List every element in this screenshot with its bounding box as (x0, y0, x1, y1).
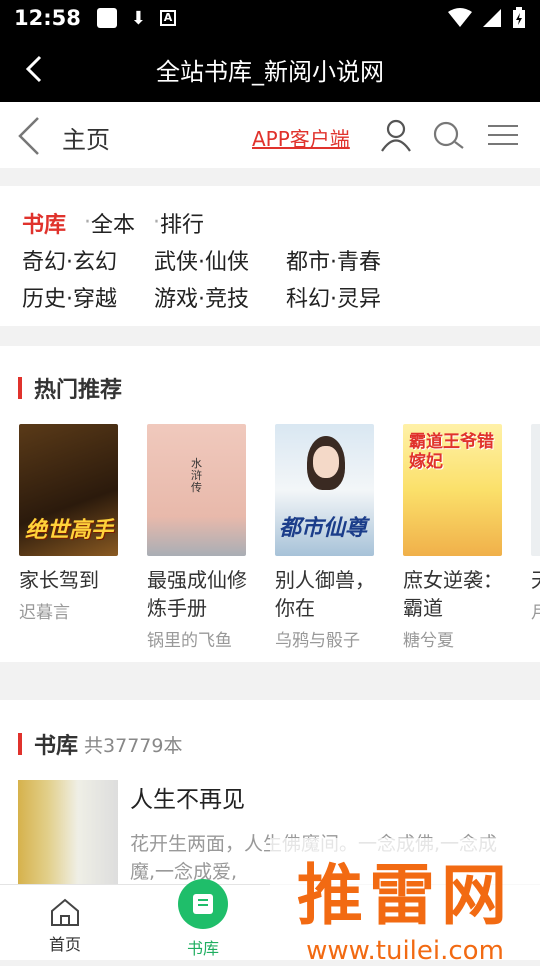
section-accent-bar (18, 733, 22, 755)
separator-dot: · (153, 210, 161, 235)
tab-library[interactable]: 书库 (22, 207, 66, 239)
book-author: 迟暮言 (19, 603, 70, 623)
category-wuxia[interactable]: 武侠·仙侠 (154, 244, 286, 276)
watermark-url: www.tuilei.com (306, 936, 504, 966)
app-client-link[interactable]: APP客户端 (252, 123, 350, 152)
section-header: 热门推荐 (18, 372, 122, 404)
category-row-main: 书库 · 全本 · 排行 (22, 204, 540, 241)
download-icon: ⬇ (130, 7, 146, 29)
book-name[interactable]: 庶女逆袭：霸道 (403, 566, 503, 622)
category-row: 奇幻·玄幻 武侠·仙侠 都市·青春 (22, 241, 540, 278)
home-icon (51, 898, 79, 926)
book-cover[interactable]: 水浒传 (147, 424, 246, 556)
back-arrow-icon[interactable] (20, 54, 50, 84)
home-link[interactable]: 主页 (62, 120, 110, 155)
notification-icon (96, 8, 117, 28)
cover-title: 霸道王爷错嫁妃 (409, 432, 494, 472)
user-icon[interactable] (380, 118, 412, 152)
section-accent-bar (18, 377, 22, 399)
book-card[interactable]: 水浒传 最强成仙修炼手册 锅里的飞鱼 (147, 424, 275, 651)
book-carousel: 绝世高手 家长驾到 迟暮言 水浒传 最强成仙修炼手册 锅里的飞鱼 都市仙尊 别人… (19, 424, 540, 651)
book-cover[interactable]: 霸道王爷错嫁妃 (403, 424, 502, 556)
book-cover[interactable]: 都市仙尊 (275, 424, 374, 556)
book-author: 锅里的飞鱼 (147, 631, 232, 651)
separator-dot: · (84, 210, 92, 235)
book-card[interactable]: 霸道王爷错嫁妃 庶女逆袭：霸道 糖兮夏 (403, 424, 531, 651)
tab-library-bottom[interactable]: 书库 (178, 879, 228, 959)
book-cover[interactable] (531, 424, 540, 556)
status-time: 12:58 (14, 6, 81, 30)
section-header: 书库 共37779本 (18, 728, 182, 760)
book-card[interactable]: 绝世高手 家长驾到 迟暮言 (19, 424, 147, 651)
tab-label: 首页 (48, 935, 81, 954)
category-scifi[interactable]: 科幻·灵异 (286, 281, 418, 313)
category-row: 历史·穿越 游戏·竞技 科幻·灵异 (22, 278, 540, 315)
category-fantasy[interactable]: 奇幻·玄幻 (22, 244, 154, 276)
battery-icon (513, 7, 525, 28)
status-bar: 12:58 ⬇ A (0, 0, 540, 36)
book-author: 糖兮夏 (403, 631, 454, 651)
book-author: 月 (531, 603, 540, 623)
tab-label: 书库 (186, 939, 219, 958)
book-icon (178, 879, 228, 929)
font-a-icon: A (159, 10, 176, 26)
book-name[interactable]: 人生不再见 (130, 780, 520, 814)
chevron-left-icon[interactable] (16, 116, 44, 156)
category-urban[interactable]: 都市·青春 (286, 244, 418, 276)
book-name[interactable]: 别人御兽，你在 (275, 566, 375, 622)
book-cover[interactable]: 绝世高手 (19, 424, 118, 556)
tab-complete[interactable]: 全本 (91, 207, 135, 239)
category-nav: 书库 · 全本 · 排行 奇幻·玄幻 武侠·仙侠 都市·青春 历史·穿越 游戏·… (0, 186, 540, 326)
menu-icon[interactable] (488, 124, 518, 146)
app-titlebar: 全站书库_新阅小说网 (0, 36, 540, 102)
book-name[interactable]: 天的 (531, 566, 540, 594)
cover-title: 都市仙尊 (279, 516, 368, 541)
page-title: 全站书库_新阅小说网 (156, 57, 384, 86)
search-icon[interactable] (432, 120, 466, 150)
cover-title: 绝世高手 (25, 518, 114, 543)
section-title: 书库 (34, 734, 79, 759)
book-name[interactable]: 最强成仙修炼手册 (147, 566, 247, 622)
category-game[interactable]: 游戏·竞技 (154, 281, 286, 313)
wifi-icon (448, 8, 472, 27)
tab-home[interactable]: 首页 (48, 897, 82, 955)
status-right-icons (448, 7, 526, 29)
book-cover[interactable] (18, 780, 118, 890)
book-name[interactable]: 家长驾到 (19, 566, 119, 594)
book-author: 乌鸦与骰子 (275, 631, 360, 651)
book-card[interactable]: 天的 月 (531, 424, 540, 651)
signal-icon (483, 9, 501, 27)
site-header: 主页 APP客户端 (0, 102, 540, 168)
watermark-logo: 推雷网 (297, 857, 513, 934)
hot-recommend-section: 热门推荐 绝世高手 家长驾到 迟暮言 水浒传 最强成仙修炼手册 锅里的飞鱼 都市… (0, 346, 540, 662)
section-title: 热门推荐 (34, 378, 123, 403)
book-card[interactable]: 都市仙尊 别人御兽，你在 乌鸦与骰子 (275, 424, 403, 651)
book-count: 共37779本 (84, 734, 183, 757)
tab-ranking[interactable]: 排行 (160, 207, 204, 239)
category-history[interactable]: 历史·穿越 (22, 281, 154, 313)
watermark: 推雷网 www.tuilei.com (270, 838, 540, 966)
cover-title: 水浒传 (191, 457, 202, 494)
